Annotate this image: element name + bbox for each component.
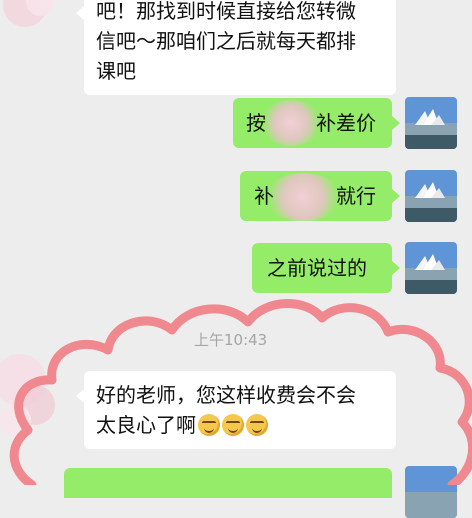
flower-decoration-bottom (0, 354, 55, 436)
outgoing-message-bubble[interactable]: 补 就行 (240, 171, 400, 221)
message-text-line: 好的老师，您这样收费会不会 (96, 383, 356, 407)
user-avatar[interactable] (405, 97, 457, 149)
message-text-line: 信吧～那咱们之后就每天都排 (96, 29, 356, 53)
message-text-line: 太良心了啊 (96, 410, 384, 440)
facepalm-emoji-icon (246, 414, 268, 436)
privacy-blur (261, 100, 321, 146)
message-text-end: 就行 (336, 184, 376, 208)
facepalm-emoji-icon (222, 414, 244, 436)
user-avatar[interactable] (405, 242, 457, 294)
facepalm-emoji-icon (198, 414, 220, 436)
message-text-end: 补差价 (316, 111, 376, 135)
incoming-message-bubble[interactable]: 吧！那找到时候直接给您转微 信吧～那咱们之后就每天都排 课吧 (76, 0, 396, 95)
flower-decoration-top (3, 0, 54, 27)
message-text: 之前说过的 (267, 256, 367, 280)
timestamp: 上午10:43 (194, 331, 268, 349)
privacy-blur (264, 173, 342, 221)
message-text-line: 吧！那找到时候直接给您转微 (96, 0, 356, 23)
outgoing-message-bubble[interactable]: 按 补差价 (233, 98, 400, 148)
outgoing-message-bubble[interactable] (64, 468, 392, 498)
user-avatar[interactable] (405, 170, 457, 222)
message-text: 太良心了啊 (96, 413, 196, 437)
message-text-line: 课吧 (96, 59, 136, 83)
incoming-message-bubble[interactable]: 好的老师，您这样收费会不会 太良心了啊 (76, 371, 396, 449)
outgoing-message-bubble[interactable]: 之前说过的 (252, 243, 400, 293)
user-avatar[interactable] (405, 466, 457, 518)
